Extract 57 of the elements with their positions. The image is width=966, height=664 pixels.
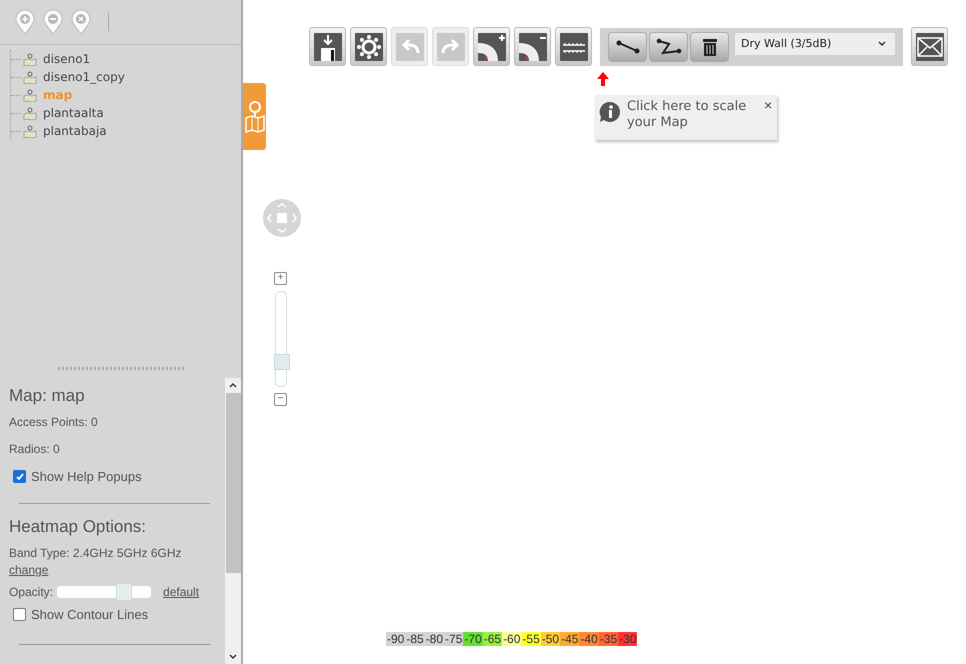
delete-button[interactable] <box>690 32 729 62</box>
map-icon <box>23 70 37 84</box>
legend-item: -80 <box>424 632 444 646</box>
legend-item: -45 <box>560 632 580 646</box>
default-link[interactable]: default <box>163 585 200 599</box>
settings-button[interactable] <box>350 27 387 66</box>
checkbox[interactable] <box>13 608 26 621</box>
legend-item: -40 <box>579 632 599 646</box>
section-heading: Heatmap Options: <box>9 517 148 537</box>
opacity-label: Opacity: <box>9 585 54 599</box>
map-item[interactable]: plantabaja <box>43 124 107 138</box>
legend-item: -75 <box>444 632 464 646</box>
checkbox[interactable] <box>13 470 26 483</box>
legend-item: -85 <box>405 632 425 646</box>
legend-item: -50 <box>540 632 560 646</box>
chevron-down-icon[interactable] <box>228 653 238 661</box>
radios-count: Radios: 0 <box>9 442 61 456</box>
remove-gauge-button[interactable] <box>514 27 551 66</box>
chevron-down-icon <box>877 40 887 48</box>
save-button[interactable] <box>309 27 346 66</box>
band-type-text: Band Type: 2.4GHz 5GHz 6GHz <box>9 546 183 560</box>
legend-item: -70 <box>463 632 483 646</box>
map-icon <box>23 52 37 66</box>
close-button[interactable]: × <box>764 99 772 111</box>
add-gauge-button[interactable] <box>473 27 510 66</box>
map-item[interactable]: diseno1 <box>43 52 90 66</box>
access-points-count: Access Points: 0 <box>9 415 99 429</box>
legend-item: -55 <box>521 632 541 646</box>
map-icon <box>23 88 37 102</box>
info-icon <box>599 101 621 123</box>
envelope-button[interactable] <box>911 27 948 66</box>
zoom-out-button[interactable]: − <box>274 393 287 406</box>
resize-handle[interactable] <box>58 367 184 370</box>
scrollbar[interactable] <box>225 378 241 664</box>
map-item[interactable]: diseno1_copy <box>43 70 125 84</box>
legend-item: -65 <box>482 632 502 646</box>
change-link[interactable]: change <box>9 563 48 577</box>
zoom-in-button[interactable]: + <box>274 272 287 285</box>
line-tool-button[interactable] <box>608 32 647 62</box>
checkbox-label: Show Contour Lines <box>31 607 148 622</box>
chevron-up-icon[interactable] <box>228 381 238 389</box>
polyline-tool-button[interactable] <box>649 32 688 62</box>
scale-button[interactable] <box>555 27 592 66</box>
legend-item: -35 <box>598 632 618 646</box>
checkbox-label: Show Help Popups <box>31 469 142 484</box>
legend-item: -30 <box>618 632 638 646</box>
map-icon <box>23 124 37 138</box>
legend-item: -90 <box>386 632 406 646</box>
arrow-up-icon <box>597 72 609 86</box>
map-item[interactable]: plantaalta <box>43 106 104 120</box>
polyline-icon <box>656 36 682 56</box>
wall-type-dropdown[interactable]: Dry Wall (3/5dB) <box>735 32 895 54</box>
map-title: Map: map <box>9 386 86 406</box>
map-icon <box>23 106 37 120</box>
tooltip-text: Click here to scale your Map <box>627 99 748 131</box>
opacity-slider[interactable] <box>57 586 152 598</box>
legend-item: -60 <box>502 632 522 646</box>
